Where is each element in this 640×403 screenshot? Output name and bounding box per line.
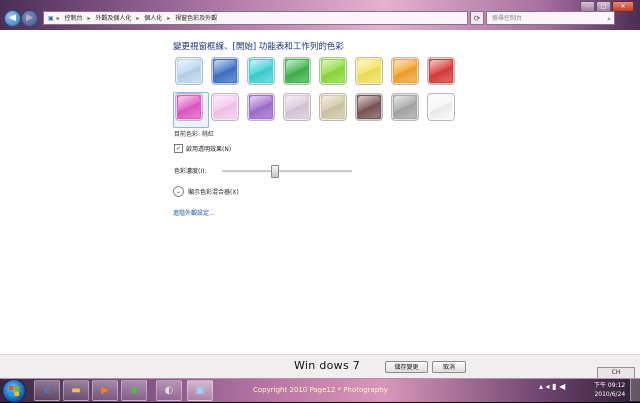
search-icon: ⌕: [607, 15, 611, 23]
color-swatch-4[interactable]: [283, 57, 311, 85]
transparency-label: 啟用透明效果(N): [186, 146, 232, 153]
clock-time: 下午 09:12: [594, 382, 626, 389]
breadcrumb-control-panel[interactable]: 控制台: [65, 15, 83, 22]
color-swatch-12[interactable]: [283, 93, 311, 121]
breadcrumb-personalization[interactable]: 個人化: [144, 15, 162, 22]
start-button[interactable]: [2, 379, 26, 403]
footer-bar: Win dows 7 儲存變更 取消: [0, 354, 640, 379]
forward-button[interactable]: ▶: [21, 10, 38, 27]
color-swatch-11[interactable]: [247, 93, 275, 121]
system-tray-icons[interactable]: ▴ ◂ ▮ ◀: [539, 382, 565, 391]
color-swatch-1[interactable]: [175, 57, 203, 85]
address-bar[interactable]: ▣ ▸ 控制台 ▸ 外觀及個人化 ▸ 個人化 ▸ 視窗色彩及外觀: [43, 11, 468, 25]
save-changes-button[interactable]: 儲存變更: [385, 361, 428, 373]
search-input[interactable]: 搜尋控制台 ⌕: [486, 11, 615, 25]
show-desktop-button[interactable]: [630, 379, 640, 401]
refresh-button[interactable]: ⟳: [470, 11, 484, 25]
color-swatch-13[interactable]: [319, 93, 347, 121]
color-swatch-15[interactable]: [391, 93, 419, 121]
control-panel-icon: ▣: [48, 15, 54, 22]
windows-flag-icon: [9, 386, 19, 396]
breadcrumb-appearance[interactable]: 外觀及個人化: [95, 15, 131, 22]
color-swatch-14[interactable]: [355, 93, 383, 121]
search-placeholder: 搜尋控制台: [492, 15, 523, 22]
advanced-appearance-link[interactable]: 進階外觀設定...: [173, 208, 215, 217]
color-swatch-2[interactable]: [211, 57, 239, 85]
control-panel-taskbar-icon[interactable]: ▣: [187, 380, 213, 401]
watermark-text: Win dows 7: [294, 359, 361, 372]
current-color-label: 目前色彩: 桃紅: [174, 131, 214, 138]
color-swatch-3[interactable]: [247, 57, 275, 85]
main-content: 變更視窗框線、[開始] 功能表和工作列的色彩 目前色彩: 桃紅 ✓ 啟用透明效果…: [0, 30, 640, 379]
intensity-slider[interactable]: [222, 165, 352, 178]
color-swatch-7[interactable]: [391, 57, 419, 85]
transparency-checkbox[interactable]: ✓: [174, 144, 183, 153]
intensity-slider-thumb[interactable]: [271, 165, 279, 178]
color-swatch-9[interactable]: [175, 93, 203, 121]
color-swatch-16[interactable]: [427, 93, 455, 121]
close-button[interactable]: ✕: [612, 1, 634, 12]
window-titlebar: – □ ✕ ◀ ▶ ▣ ▸ 控制台 ▸ 外觀及個人化 ▸ 個人化 ▸ 視窗色彩及…: [0, 0, 640, 30]
clock[interactable]: 下午 09:12 2010/6/24: [594, 381, 625, 399]
media-player-icon[interactable]: ▶: [92, 380, 118, 401]
page-title: 變更視窗框線、[開始] 功能表和工作列的色彩: [173, 42, 344, 52]
color-mixer-label: 顯示色彩混合器(X): [188, 189, 239, 196]
intensity-label: 色彩濃度(I):: [174, 168, 207, 175]
color-mixer-toggle[interactable]: ⌄ 顯示色彩混合器(X): [173, 186, 239, 197]
transparency-option[interactable]: ✓ 啟用透明效果(N): [174, 144, 231, 153]
color-swatch-10[interactable]: [211, 93, 239, 121]
app-icon[interactable]: ◐: [156, 380, 182, 401]
color-swatch-8[interactable]: [427, 57, 455, 85]
color-swatch-6[interactable]: [355, 57, 383, 85]
internet-explorer-icon[interactable]: e: [34, 380, 60, 401]
clock-date: 2010/6/24: [594, 391, 626, 398]
chevron-down-icon[interactable]: ⌄: [173, 186, 184, 197]
color-swatch-5[interactable]: [319, 57, 347, 85]
folder-icon[interactable]: ▬: [63, 380, 89, 401]
breadcrumb-window-color[interactable]: 視窗色彩及外觀: [175, 15, 217, 22]
games-icon[interactable]: ◉: [121, 380, 147, 401]
copyright-text: Copyright 2010 Page12 * Photography: [253, 386, 388, 394]
back-button[interactable]: ◀: [4, 10, 21, 27]
cancel-button[interactable]: 取消: [432, 361, 466, 373]
